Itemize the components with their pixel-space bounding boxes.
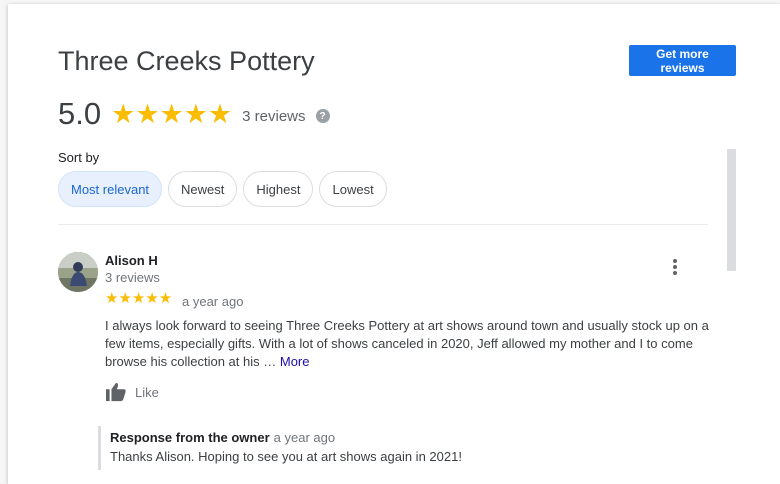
partial-icon: [112, 480, 126, 484]
more-link[interactable]: More: [280, 354, 310, 369]
business-title: Three Creeks Pottery: [58, 46, 315, 76]
reviews-dialog: Three Creeks Pottery Get more reviews 5.…: [8, 4, 780, 484]
thumb-up-icon: [106, 382, 126, 402]
owner-response-header: Response from the owner a year ago: [110, 430, 710, 445]
scrollbar-thumb[interactable]: [727, 149, 736, 271]
get-more-reviews-button[interactable]: Get more reviews: [629, 45, 736, 76]
help-icon[interactable]: ?: [315, 109, 330, 123]
review-body: I always look forward to seeing Three Cr…: [105, 318, 709, 369]
reviewer-review-count: 3 reviews: [105, 270, 160, 285]
like-button[interactable]: Like: [105, 382, 159, 402]
divider: [58, 224, 708, 225]
sort-chip-highest[interactable]: Highest: [243, 171, 314, 207]
rating-summary: 5.0 ★★★★★ 3 reviews ?: [58, 96, 330, 132]
avatar[interactable]: [58, 252, 98, 292]
sort-chip-most-relevant[interactable]: Most relevant: [58, 171, 163, 207]
sort-chip-lowest[interactable]: Lowest: [319, 171, 387, 207]
review-count[interactable]: 3 reviews: [242, 108, 305, 125]
reviewer-name[interactable]: Alison H: [105, 253, 158, 268]
like-label: Like: [135, 384, 159, 400]
sort-by-label: Sort by: [58, 150, 100, 165]
rating-value: 5.0: [58, 96, 102, 131]
avatar-photo: [58, 252, 98, 292]
rating-stars: ★★★★★: [111, 98, 233, 129]
review-date: a year ago: [182, 294, 244, 309]
review-stars: ★★★★★: [105, 290, 173, 307]
sort-chips: Most relevant Newest Highest Lowest: [58, 171, 387, 207]
owner-response-text: Thanks Alison. Hoping to see you at art …: [110, 449, 462, 464]
owner-response-title: Response from the owner: [110, 430, 270, 445]
owner-response-date: a year ago: [273, 430, 336, 445]
review-text: I always look forward to seeing Three Cr…: [105, 317, 715, 371]
sort-chip-newest[interactable]: Newest: [168, 171, 238, 207]
more-vert-icon[interactable]: [667, 257, 683, 277]
owner-response: Response from the owner a year ago Thanks…: [98, 426, 710, 470]
